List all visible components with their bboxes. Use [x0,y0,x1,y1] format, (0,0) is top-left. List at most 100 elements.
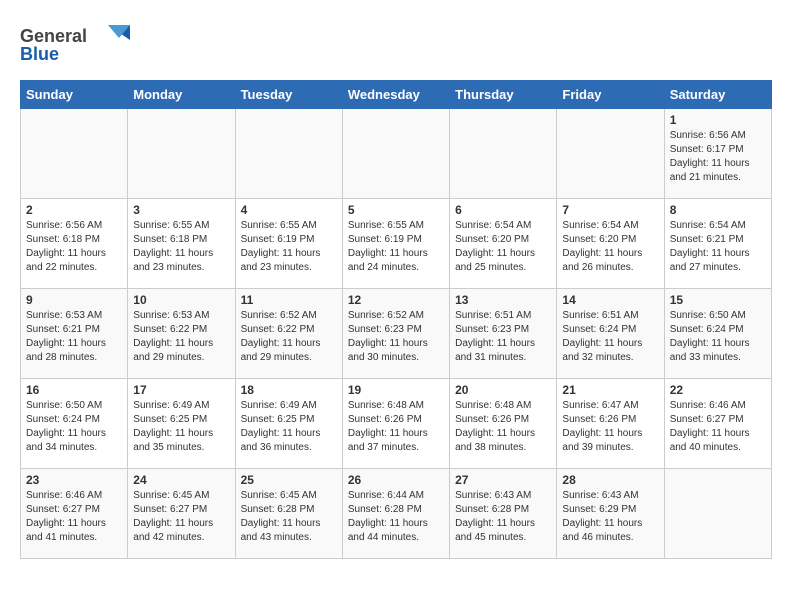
day-number: 28 [562,473,658,487]
day-info: Sunrise: 6:50 AM Sunset: 6:24 PM Dayligh… [26,399,122,455]
day-info: Sunrise: 6:51 AM Sunset: 6:24 PM Dayligh… [562,309,658,365]
day-info: Sunrise: 6:50 AM Sunset: 6:24 PM Dayligh… [670,309,766,365]
calendar-cell: 9 Sunrise: 6:53 AM Sunset: 6:21 PM Daylig… [21,289,128,379]
calendar-cell: 23 Sunrise: 6:46 AM Sunset: 6:27 PM Dayli… [21,469,128,559]
day-number: 11 [241,293,337,307]
day-number: 18 [241,383,337,397]
day-number: 9 [26,293,122,307]
day-number: 27 [455,473,551,487]
day-info: Sunrise: 6:54 AM Sunset: 6:20 PM Dayligh… [455,219,551,275]
day-info: Sunrise: 6:49 AM Sunset: 6:25 PM Dayligh… [241,399,337,455]
header-friday: Friday [557,81,664,109]
day-info: Sunrise: 6:46 AM Sunset: 6:27 PM Dayligh… [26,489,122,545]
calendar-cell: 17 Sunrise: 6:49 AM Sunset: 6:25 PM Dayli… [128,379,235,469]
calendar-cell [557,109,664,199]
day-info: Sunrise: 6:54 AM Sunset: 6:21 PM Dayligh… [670,219,766,275]
calendar-table: SundayMondayTuesdayWednesdayThursdayFrid… [20,80,772,559]
calendar-cell [450,109,557,199]
day-info: Sunrise: 6:53 AM Sunset: 6:21 PM Dayligh… [26,309,122,365]
calendar-cell: 28 Sunrise: 6:43 AM Sunset: 6:29 PM Dayli… [557,469,664,559]
calendar-cell: 3 Sunrise: 6:55 AM Sunset: 6:18 PM Daylig… [128,199,235,289]
calendar-cell: 21 Sunrise: 6:47 AM Sunset: 6:26 PM Dayli… [557,379,664,469]
calendar-cell [21,109,128,199]
calendar-cell: 26 Sunrise: 6:44 AM Sunset: 6:28 PM Dayli… [342,469,449,559]
day-info: Sunrise: 6:44 AM Sunset: 6:28 PM Dayligh… [348,489,444,545]
calendar-cell [342,109,449,199]
day-number: 6 [455,203,551,217]
calendar-cell: 2 Sunrise: 6:56 AM Sunset: 6:18 PM Daylig… [21,199,128,289]
calendar-cell: 24Sunrise: 6:45 AM Sunset: 6:27 PM Dayli… [128,469,235,559]
day-info: Sunrise: 6:56 AM Sunset: 6:18 PM Dayligh… [26,219,122,275]
calendar-cell: 8 Sunrise: 6:54 AM Sunset: 6:21 PM Daylig… [664,199,771,289]
day-info: Sunrise: 6:47 AM Sunset: 6:26 PM Dayligh… [562,399,658,455]
day-number: 15 [670,293,766,307]
page-header: General Blue [20,20,772,70]
day-info: Sunrise: 6:55 AM Sunset: 6:19 PM Dayligh… [348,219,444,275]
day-number: 2 [26,203,122,217]
week-row-5: 23 Sunrise: 6:46 AM Sunset: 6:27 PM Dayli… [21,469,772,559]
day-number: 23 [26,473,122,487]
day-info: Sunrise: 6:53 AM Sunset: 6:22 PM Dayligh… [133,309,229,365]
day-number: 22 [670,383,766,397]
calendar-cell: 5 Sunrise: 6:55 AM Sunset: 6:19 PM Daylig… [342,199,449,289]
calendar-cell: 19Sunrise: 6:48 AM Sunset: 6:26 PM Dayli… [342,379,449,469]
header-monday: Monday [128,81,235,109]
day-number: 10 [133,293,229,307]
day-info: Sunrise: 6:55 AM Sunset: 6:19 PM Dayligh… [241,219,337,275]
day-info: Sunrise: 6:43 AM Sunset: 6:28 PM Dayligh… [455,489,551,545]
day-number: 8 [670,203,766,217]
svg-text:Blue: Blue [20,44,59,64]
day-number: 25 [241,473,337,487]
calendar-cell: 20 Sunrise: 6:48 AM Sunset: 6:26 PM Dayli… [450,379,557,469]
day-number: 5 [348,203,444,217]
week-row-2: 2 Sunrise: 6:56 AM Sunset: 6:18 PM Daylig… [21,199,772,289]
day-number: 13 [455,293,551,307]
day-number: 17 [133,383,229,397]
day-number: 21 [562,383,658,397]
calendar-cell: 11Sunrise: 6:52 AM Sunset: 6:22 PM Dayli… [235,289,342,379]
day-info: Sunrise: 6:45 AM Sunset: 6:28 PM Dayligh… [241,489,337,545]
day-info: Sunrise: 6:49 AM Sunset: 6:25 PM Dayligh… [133,399,229,455]
calendar-cell: 1 Sunrise: 6:56 AM Sunset: 6:17 PM Daylig… [664,109,771,199]
calendar-cell [664,469,771,559]
week-row-1: 1 Sunrise: 6:56 AM Sunset: 6:17 PM Daylig… [21,109,772,199]
week-row-4: 16Sunrise: 6:50 AM Sunset: 6:24 PM Dayli… [21,379,772,469]
day-number: 12 [348,293,444,307]
day-info: Sunrise: 6:48 AM Sunset: 6:26 PM Dayligh… [348,399,444,455]
week-row-3: 9 Sunrise: 6:53 AM Sunset: 6:21 PM Daylig… [21,289,772,379]
calendar-cell: 25 Sunrise: 6:45 AM Sunset: 6:28 PM Dayli… [235,469,342,559]
day-info: Sunrise: 6:56 AM Sunset: 6:17 PM Dayligh… [670,129,766,185]
day-info: Sunrise: 6:55 AM Sunset: 6:18 PM Dayligh… [133,219,229,275]
day-info: Sunrise: 6:54 AM Sunset: 6:20 PM Dayligh… [562,219,658,275]
day-info: Sunrise: 6:51 AM Sunset: 6:23 PM Dayligh… [455,309,551,365]
day-number: 1 [670,113,766,127]
calendar-cell: 12 Sunrise: 6:52 AM Sunset: 6:23 PM Dayli… [342,289,449,379]
day-number: 24 [133,473,229,487]
svg-text:General: General [20,26,87,46]
day-number: 14 [562,293,658,307]
day-number: 3 [133,203,229,217]
calendar-cell [235,109,342,199]
header-wednesday: Wednesday [342,81,449,109]
logo: General Blue [20,20,130,70]
calendar-cell: 7 Sunrise: 6:54 AM Sunset: 6:20 PM Daylig… [557,199,664,289]
calendar-cell [128,109,235,199]
calendar-cell: 27 Sunrise: 6:43 AM Sunset: 6:28 PM Dayli… [450,469,557,559]
calendar-cell: 15 Sunrise: 6:50 AM Sunset: 6:24 PM Dayli… [664,289,771,379]
day-info: Sunrise: 6:48 AM Sunset: 6:26 PM Dayligh… [455,399,551,455]
day-number: 4 [241,203,337,217]
calendar-cell: 22 Sunrise: 6:46 AM Sunset: 6:27 PM Dayli… [664,379,771,469]
calendar-cell: 4 Sunrise: 6:55 AM Sunset: 6:19 PM Daylig… [235,199,342,289]
day-info: Sunrise: 6:43 AM Sunset: 6:29 PM Dayligh… [562,489,658,545]
calendar-cell: 10 Sunrise: 6:53 AM Sunset: 6:22 PM Dayli… [128,289,235,379]
day-info: Sunrise: 6:46 AM Sunset: 6:27 PM Dayligh… [670,399,766,455]
day-info: Sunrise: 6:52 AM Sunset: 6:23 PM Dayligh… [348,309,444,365]
header-thursday: Thursday [450,81,557,109]
day-number: 26 [348,473,444,487]
day-number: 20 [455,383,551,397]
calendar-cell: 13 Sunrise: 6:51 AM Sunset: 6:23 PM Dayli… [450,289,557,379]
day-number: 7 [562,203,658,217]
calendar-cell: 16Sunrise: 6:50 AM Sunset: 6:24 PM Dayli… [21,379,128,469]
calendar-cell: 14 Sunrise: 6:51 AM Sunset: 6:24 PM Dayli… [557,289,664,379]
header-saturday: Saturday [664,81,771,109]
